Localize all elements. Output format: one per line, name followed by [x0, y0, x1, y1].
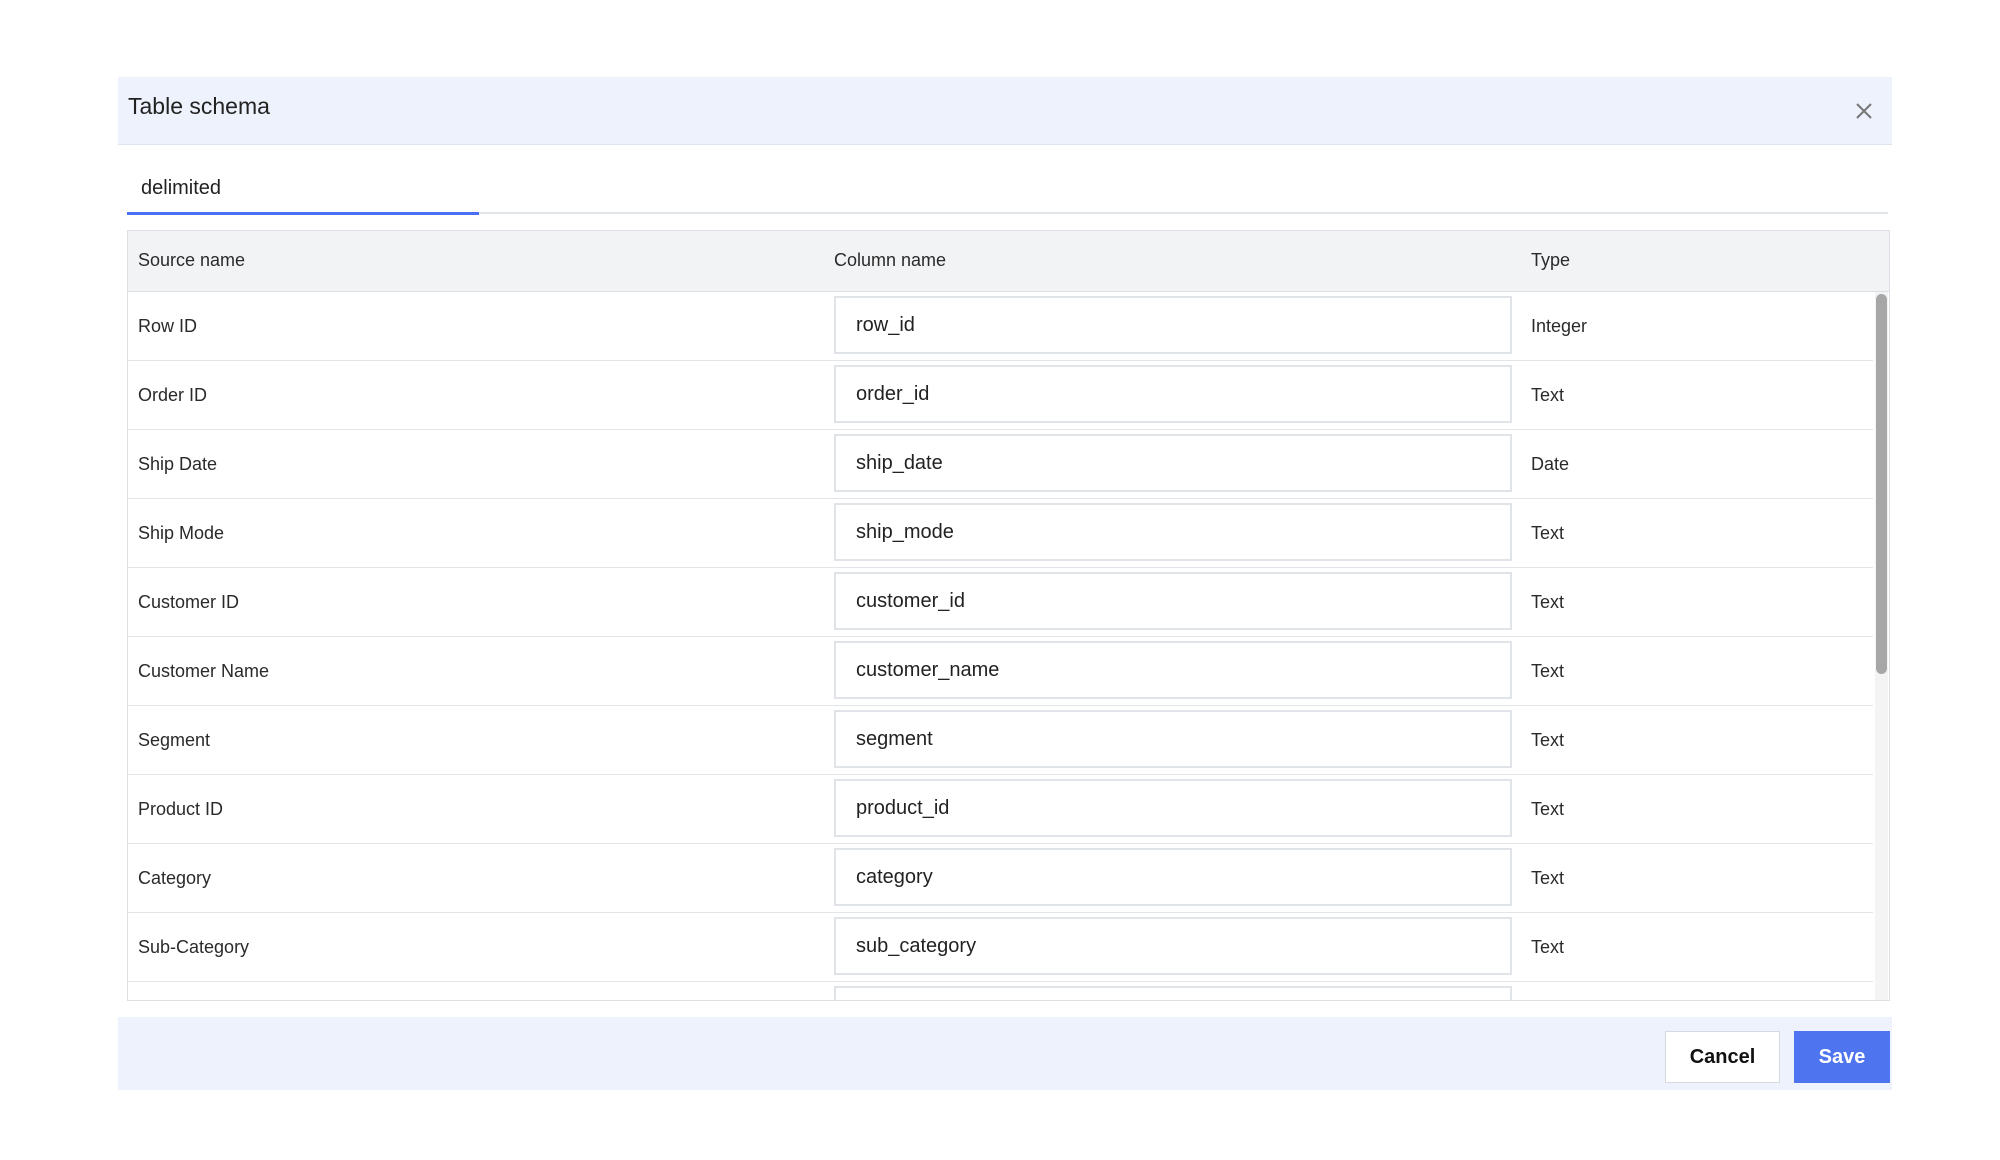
table-schema-dialog: Table schema delimited Source name Colum…: [118, 77, 1892, 1090]
scrollbar-thumb[interactable]: [1876, 294, 1887, 674]
cancel-button[interactable]: Cancel: [1665, 1031, 1780, 1083]
source-name-cell: Category: [138, 868, 212, 888]
tab-label: delimited: [141, 177, 222, 199]
column-name-input[interactable]: [836, 643, 1496, 697]
column-name-field: [834, 917, 1512, 975]
column-name-field: [834, 986, 1512, 1000]
type-cell: Text: [1531, 661, 1565, 681]
table-row: Segment Text: [128, 706, 1873, 775]
column-name-field: [834, 296, 1512, 354]
source-name-cell: Product ID: [138, 799, 224, 819]
source-name-cell: Customer Name: [138, 661, 270, 681]
table-row: Customer Name Text: [128, 637, 1873, 706]
save-button[interactable]: Save: [1794, 1031, 1890, 1083]
source-name-cell: Row ID: [138, 316, 198, 336]
source-name-cell: Order ID: [138, 385, 208, 405]
column-name-field: [834, 848, 1512, 906]
table-row: Order ID Text: [128, 361, 1873, 430]
column-name-input[interactable]: [836, 988, 1496, 1000]
dialog-header: Table schema: [118, 77, 1892, 145]
table-scrollbar[interactable]: [1875, 292, 1888, 1000]
schema-table: Source name Column name Type Row ID Integ…: [127, 230, 1890, 1001]
type-cell: Text: [1531, 868, 1565, 888]
type-cell: Text: [1531, 799, 1565, 819]
table-row: Sub-Category Text: [128, 913, 1873, 982]
column-name-input[interactable]: [836, 574, 1496, 628]
type-cell: Text: [1531, 385, 1565, 405]
column-name-field: [834, 641, 1512, 699]
column-name-input[interactable]: [836, 367, 1496, 421]
header-column-name: Column name: [834, 250, 947, 270]
table-row: Category Text: [128, 844, 1873, 913]
column-name-field: [834, 503, 1512, 561]
column-name-field: [834, 434, 1512, 492]
table-row: [128, 982, 1873, 1000]
column-name-field: [834, 365, 1512, 423]
close-button[interactable]: [1846, 93, 1882, 129]
type-cell: Text: [1531, 523, 1565, 543]
source-name-cell: Ship Date: [138, 454, 218, 474]
close-icon: [1856, 103, 1872, 119]
column-name-field: [834, 572, 1512, 630]
tab-delimited[interactable]: delimited: [127, 169, 479, 215]
column-name-input[interactable]: [836, 436, 1496, 490]
dialog-footer: Cancel Save: [118, 1017, 1892, 1090]
table-row: Product ID Text: [128, 775, 1873, 844]
source-name-cell: Sub-Category: [138, 937, 250, 957]
type-cell: Text: [1531, 730, 1565, 750]
dialog-title: Table schema: [128, 93, 270, 119]
table-row: Ship Mode Text: [128, 499, 1873, 568]
source-name-cell: Segment: [138, 730, 211, 750]
table-header: Source name Column name Type: [128, 231, 1889, 292]
header-type: Type: [1531, 250, 1571, 270]
table-body: Row IDIntegerOrder IDTextShip DateDateSh…: [128, 292, 1873, 1000]
table-row: Ship Date Date: [128, 430, 1873, 499]
source-name-cell: Customer ID: [138, 592, 240, 612]
table-row: Row ID Integer: [128, 292, 1873, 361]
type-cell: Integer: [1531, 316, 1588, 336]
type-cell: Text: [1531, 937, 1565, 957]
type-cell: Text: [1531, 592, 1565, 612]
header-source-name: Source name: [138, 250, 246, 270]
tab-bar: delimited: [127, 169, 1888, 215]
column-name-input[interactable]: [836, 298, 1496, 352]
table-row: Customer ID Text: [128, 568, 1873, 637]
column-name-field: [834, 779, 1512, 837]
type-cell: Date: [1531, 454, 1570, 474]
column-name-input[interactable]: [836, 850, 1496, 904]
column-name-field: [834, 710, 1512, 768]
column-name-input[interactable]: [836, 712, 1496, 766]
source-name-cell: Ship Mode: [138, 523, 225, 543]
column-name-input[interactable]: [836, 505, 1496, 559]
column-name-input[interactable]: [836, 781, 1496, 835]
column-name-input[interactable]: [836, 919, 1496, 973]
